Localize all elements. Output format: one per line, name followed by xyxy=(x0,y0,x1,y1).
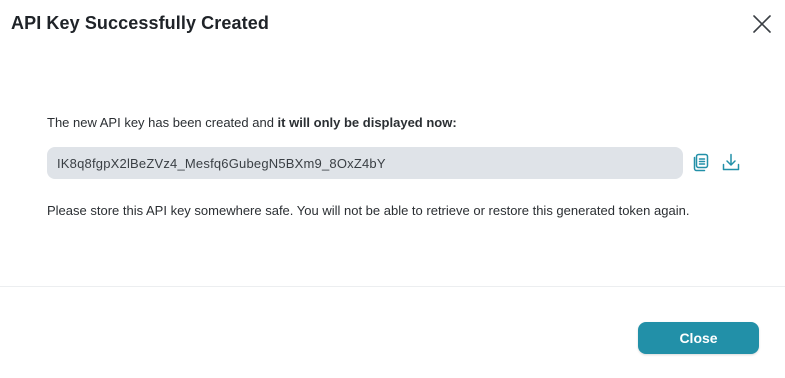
api-key-value[interactable]: IK8q8fgpX2lBeZVz4_Mesfq6GubegN5BXm9_8OxZ… xyxy=(57,156,386,171)
api-key-field[interactable]: IK8q8fgpX2lBeZVz4_Mesfq6GubegN5BXm9_8OxZ… xyxy=(47,147,683,179)
intro-text: The new API key has been created and it … xyxy=(47,115,457,130)
api-key-dialog: API Key Successfully Created The new API… xyxy=(0,0,785,378)
dialog-title: API Key Successfully Created xyxy=(11,13,269,33)
close-button[interactable]: Close xyxy=(638,322,759,354)
intro-emphasis: it will only be displayed now: xyxy=(277,115,457,130)
close-icon[interactable] xyxy=(752,14,772,34)
storage-notice: Please store this API key somewhere safe… xyxy=(47,203,690,218)
copy-icon[interactable] xyxy=(690,151,712,173)
footer-divider xyxy=(0,286,785,287)
download-icon[interactable] xyxy=(720,151,742,173)
intro-prefix: The new API key has been created and xyxy=(47,115,278,130)
